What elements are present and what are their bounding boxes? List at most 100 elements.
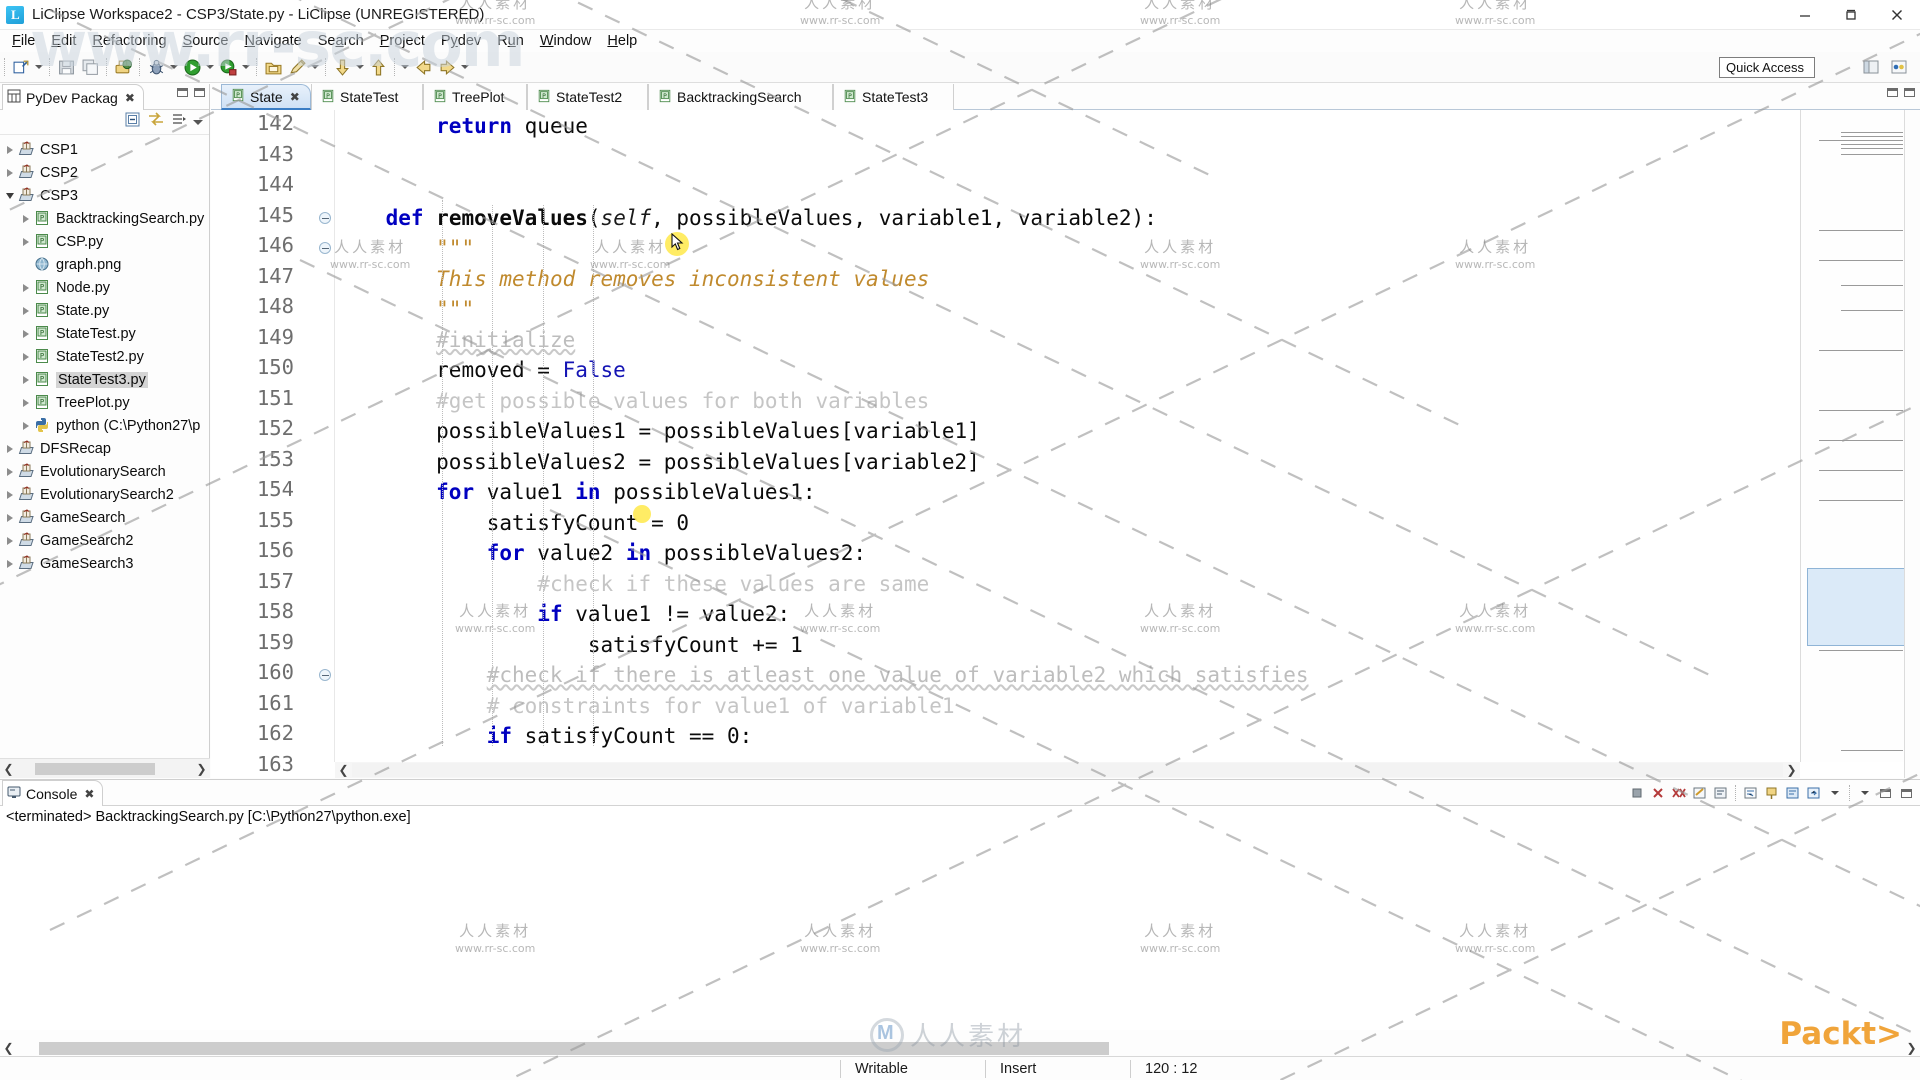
- chevron-right-icon[interactable]: [2, 138, 18, 161]
- scroll-thumb[interactable]: [39, 1042, 1109, 1055]
- editor-horizontal-scrollbar[interactable]: ❮ ❯: [335, 762, 1800, 778]
- collapse-all-icon[interactable]: [124, 111, 141, 133]
- debug-dropdown[interactable]: [168, 56, 180, 78]
- remove-x-icon[interactable]: [1648, 783, 1667, 803]
- menu-run[interactable]: Run: [489, 32, 532, 50]
- chevron-right-icon[interactable]: [2, 437, 18, 460]
- menu-pydev[interactable]: Pydev: [433, 32, 489, 50]
- right-arrow-icon[interactable]: ❯: [193, 760, 210, 778]
- tree-item-csp2[interactable]: CSP2: [0, 161, 209, 184]
- menu-navigate[interactable]: Navigate: [237, 32, 310, 50]
- chevron-right-icon[interactable]: [18, 230, 34, 253]
- menu-refactoring[interactable]: Refactoring: [84, 32, 174, 50]
- open-console-icon[interactable]: [1804, 783, 1823, 803]
- chevron-right-icon[interactable]: [2, 460, 18, 483]
- back-dropdown[interactable]: [399, 56, 411, 78]
- vertical-ruler[interactable]: [1904, 110, 1920, 778]
- maximize-icon[interactable]: [1828, 0, 1874, 30]
- tree-item-evolutionarysearch[interactable]: EvolutionarySearch: [0, 460, 209, 483]
- left-arrow-icon[interactable]: ❮: [335, 761, 352, 778]
- chevron-right-icon[interactable]: [2, 529, 18, 552]
- scroll-track[interactable]: [352, 763, 1783, 777]
- overview-ruler[interactable]: [1800, 110, 1920, 762]
- chevron-right-icon[interactable]: [18, 414, 34, 437]
- editor-tab-state[interactable]: P State ✖: [221, 84, 311, 110]
- close-icon[interactable]: ✖: [125, 91, 135, 105]
- pydev-module-button[interactable]: [286, 56, 308, 78]
- chevron-right-icon[interactable]: [2, 161, 18, 184]
- forward-dropdown[interactable]: [459, 56, 471, 78]
- chevron-right-icon[interactable]: [18, 345, 34, 368]
- scroll-lock-icon[interactable]: [1711, 783, 1730, 803]
- terminate-square-icon[interactable]: [1627, 783, 1646, 803]
- tree-item-csp-py[interactable]: P CSP.py: [0, 230, 209, 253]
- tree-item-statetest3-py[interactable]: P StateTest3.py: [0, 368, 209, 391]
- maximize-icon[interactable]: [194, 88, 205, 97]
- editor-tab-statetest[interactable]: P StateTest: [311, 84, 423, 110]
- new-wizard-dropdown[interactable]: [33, 56, 45, 78]
- chevron-right-icon[interactable]: [18, 322, 34, 345]
- chevron-right-icon[interactable]: [18, 368, 34, 391]
- editor-tab-treeplot[interactable]: P TreePlot: [423, 84, 527, 110]
- tree-item-csp1[interactable]: CSP1: [0, 138, 209, 161]
- pydev-module-dropdown[interactable]: [309, 56, 321, 78]
- code-text-area[interactable]: return queue def removeValues(self, poss…: [335, 110, 1800, 762]
- chevron-down-icon[interactable]: [2, 184, 18, 207]
- project-tree[interactable]: CSP1 CSP2 CSP3 P BacktrackingSearch.py P CSP.p…: [0, 136, 209, 756]
- forward-arrow-button[interactable]: [436, 56, 458, 78]
- minimize-icon[interactable]: [177, 88, 188, 97]
- minimize-icon[interactable]: [1782, 0, 1828, 30]
- close-icon[interactable]: ✖: [84, 787, 94, 801]
- menu-edit[interactable]: Edit: [43, 32, 84, 50]
- save-button[interactable]: [55, 56, 77, 78]
- view-menu-icon[interactable]: [171, 111, 187, 133]
- menu-project[interactable]: Project: [372, 32, 433, 50]
- chevron-right-icon[interactable]: [18, 207, 34, 230]
- open-perspective-icon[interactable]: [1860, 56, 1882, 78]
- minimize-icon[interactable]: [1887, 88, 1898, 97]
- chevron-right-icon[interactable]: [2, 483, 18, 506]
- tree-item-evolutionarysearch2[interactable]: EvolutionarySearch2: [0, 483, 209, 506]
- run-external-tools-button[interactable]: [217, 56, 239, 78]
- pydev-perspective-icon[interactable]: [1888, 56, 1910, 78]
- save-all-button[interactable]: [79, 56, 101, 78]
- console-options-dropdown-icon[interactable]: [1855, 783, 1874, 803]
- debug-bug-button[interactable]: [145, 56, 167, 78]
- menu-help[interactable]: Help: [599, 32, 645, 50]
- tree-item-csp3[interactable]: CSP3: [0, 184, 209, 207]
- editor-tab-statetest2[interactable]: P StateTest2: [527, 84, 648, 110]
- menu-search[interactable]: Search: [310, 32, 372, 50]
- fold-collapse-icon[interactable]: [319, 242, 331, 254]
- view-menu-dropdown-icon[interactable]: [193, 119, 203, 125]
- minimize-icon[interactable]: [1876, 783, 1895, 803]
- chevron-right-icon[interactable]: [18, 276, 34, 299]
- left-arrow-icon[interactable]: ❮: [0, 1039, 17, 1057]
- pin-icon[interactable]: [1762, 783, 1781, 803]
- scroll-thumb[interactable]: [35, 762, 155, 775]
- overview-viewport-box[interactable]: [1807, 568, 1911, 646]
- editor-tab-backtrackingsearch[interactable]: P BacktrackingSearch: [648, 84, 833, 110]
- tree-item-backtrackingsearch-py[interactable]: P BacktrackingSearch.py: [0, 207, 209, 230]
- console-horizontal-scrollbar[interactable]: ❮ ❯: [0, 1038, 1920, 1058]
- console-output-area[interactable]: <terminated> BacktrackingSearch.py [C:\P…: [0, 806, 1920, 1030]
- tree-item-statetest-py[interactable]: P StateTest.py: [0, 322, 209, 345]
- remove-all-x-icon[interactable]: [1669, 783, 1688, 803]
- menu-window[interactable]: Window: [532, 32, 600, 50]
- view-tab-pydev-package-explorer[interactable]: PyDev Packag ✖: [2, 84, 144, 110]
- code-editor[interactable]: 142 143 144 145 146 147 148 149 150 151 152 153 154 1…: [211, 110, 1920, 778]
- run-dropdown[interactable]: [204, 56, 216, 78]
- chevron-right-icon[interactable]: [2, 552, 18, 575]
- fold-collapse-icon[interactable]: [319, 669, 331, 681]
- chevron-right-icon[interactable]: [18, 299, 34, 322]
- scroll-track[interactable]: [17, 1041, 1903, 1055]
- tree-item-treeplot-py[interactable]: P TreePlot.py: [0, 391, 209, 414]
- right-arrow-icon[interactable]: ❯: [1783, 761, 1800, 778]
- tree-item-node-py[interactable]: P Node.py: [0, 276, 209, 299]
- tree-item-gamesearch2[interactable]: GameSearch2: [0, 529, 209, 552]
- menu-file[interactable]: FFileile: [4, 32, 43, 50]
- tree-item-graph-png[interactable]: graph.png: [0, 253, 209, 276]
- back-arrow-button[interactable]: [412, 56, 434, 78]
- clear-console-icon[interactable]: [1690, 783, 1709, 803]
- display-console-icon[interactable]: [1783, 783, 1802, 803]
- close-icon[interactable]: ✖: [290, 90, 300, 104]
